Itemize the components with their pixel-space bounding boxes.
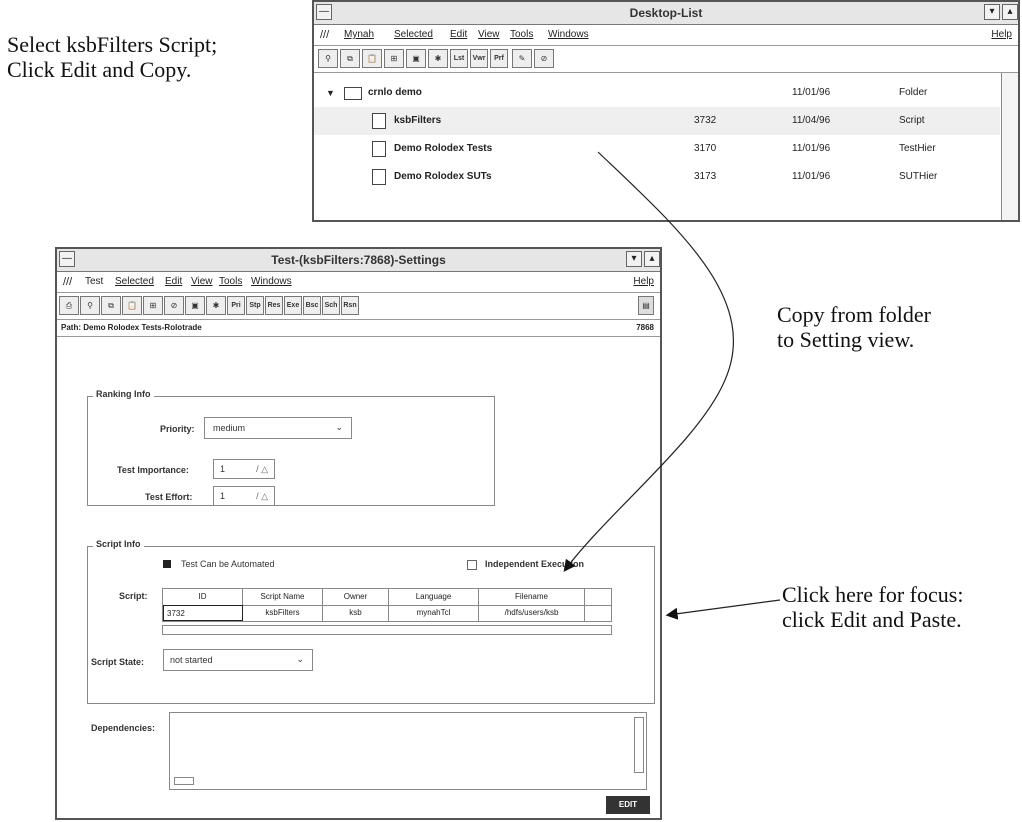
arrow-click-focus bbox=[665, 599, 781, 620]
annotation-arrows bbox=[563, 151, 781, 620]
arrow-copy-to-setting bbox=[563, 151, 735, 572]
